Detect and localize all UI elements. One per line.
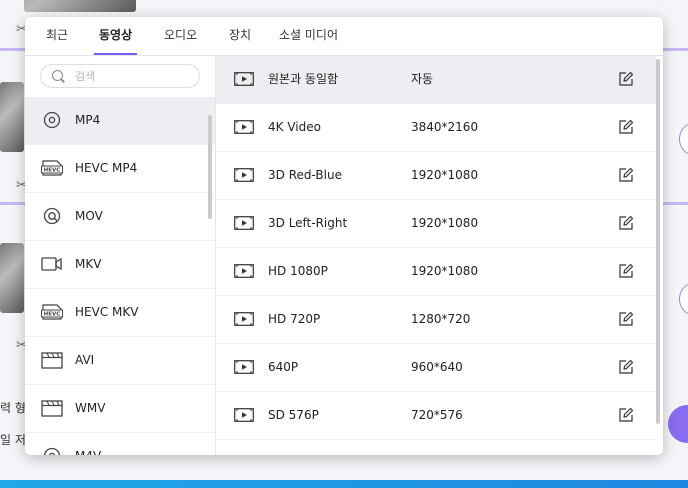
quicktime-icon xyxy=(43,207,61,225)
format-item-mp4[interactable]: MP4 xyxy=(25,97,215,145)
hevc-icon: HEVC xyxy=(41,304,63,320)
preset-name: SD 576P xyxy=(268,408,319,422)
format-item-m4v[interactable]: M4V xyxy=(25,433,215,455)
hevc-icon: HEVC xyxy=(41,160,63,176)
preset-resolution: 960*640 xyxy=(411,360,463,374)
preset-row[interactable]: 3D Left-Right 1920*1080 xyxy=(216,200,656,248)
preset-row[interactable]: 4K Video 3840*2160 xyxy=(216,104,656,152)
edit-icon[interactable] xyxy=(618,71,634,87)
search-input[interactable] xyxy=(73,67,195,85)
clapperboard-icon xyxy=(41,352,63,369)
preset-row[interactable]: HD 1080P 1920*1080 xyxy=(216,248,656,296)
format-item-mov[interactable]: MOV xyxy=(25,193,215,241)
preset-row[interactable]: 원본과 동일함 자동 xyxy=(216,56,656,104)
video-play-icon xyxy=(234,120,254,134)
format-label: MKV xyxy=(75,257,102,271)
preset-name: HD 720P xyxy=(268,312,321,326)
disc-icon xyxy=(43,111,61,129)
format-list: MP4 HEVC HEVC MP4 MOV MKV HEVC HEVC MKV … xyxy=(25,97,215,455)
video-camera-icon xyxy=(41,257,62,271)
output-format-label: 력 형 xyxy=(0,401,26,415)
video-play-icon xyxy=(234,72,254,86)
svg-text:HEVC: HEVC xyxy=(44,168,61,174)
convert-button[interactable] xyxy=(679,283,688,315)
bottom-bar xyxy=(0,480,688,488)
preset-resolution: 3840*2160 xyxy=(411,120,479,134)
preset-name: 3D Left-Right xyxy=(268,216,348,230)
preset-name: 4K Video xyxy=(268,120,321,134)
format-label: MOV xyxy=(75,209,103,223)
format-item-mkv[interactable]: MKV xyxy=(25,241,215,289)
tab-social-media[interactable]: 소셜 미디어 xyxy=(279,17,338,55)
preset-row[interactable]: 640P 960*640 xyxy=(216,344,656,392)
save-location-label: 일 저 xyxy=(0,433,26,447)
format-item-avi[interactable]: AVI xyxy=(25,337,215,385)
tab-audio[interactable]: 오디오 xyxy=(164,17,197,55)
preset-row[interactable]: HD 720P 1280*720 xyxy=(216,296,656,344)
preset-row[interactable]: SD 576P 720*576 xyxy=(216,392,656,440)
edit-icon[interactable] xyxy=(618,407,634,423)
format-item-wmv[interactable]: WMV xyxy=(25,385,215,433)
preset-resolution: 1920*1080 xyxy=(411,168,479,182)
tab-device[interactable]: 장치 xyxy=(229,17,251,55)
tab-recent[interactable]: 최근 xyxy=(46,17,68,55)
search-box xyxy=(40,64,200,88)
preset-name: 640P xyxy=(268,360,299,374)
format-label: AVI xyxy=(75,353,95,367)
preset-resolution: 720*576 xyxy=(411,408,463,422)
preset-resolution: 1920*1080 xyxy=(411,216,479,230)
convert-button[interactable] xyxy=(679,123,688,155)
preset-scrollbar[interactable] xyxy=(656,59,660,424)
format-label: WMV xyxy=(75,401,106,415)
video-thumbnail xyxy=(0,243,24,313)
preset-resolution: 자동 xyxy=(411,72,434,86)
video-thumbnail xyxy=(24,0,136,12)
edit-icon[interactable] xyxy=(618,215,634,231)
disc-icon xyxy=(43,447,61,455)
format-label: MP4 xyxy=(75,113,101,127)
edit-icon[interactable] xyxy=(618,359,634,375)
video-play-icon xyxy=(234,264,254,278)
preset-name: 3D Red-Blue xyxy=(268,168,342,182)
edit-icon[interactable] xyxy=(618,119,634,135)
edit-icon[interactable] xyxy=(618,263,634,279)
format-label: HEVC MKV xyxy=(75,305,139,319)
format-label: M4V xyxy=(75,433,101,455)
preset-resolution: 1280*720 xyxy=(411,312,471,326)
preset-resolution: 1920*1080 xyxy=(411,264,479,278)
clapperboard-icon xyxy=(41,400,63,417)
edit-icon[interactable] xyxy=(618,167,634,183)
sidebar-scrollbar[interactable] xyxy=(208,115,212,219)
video-play-icon xyxy=(234,216,254,230)
video-play-icon xyxy=(234,408,254,422)
tab-video[interactable]: 동영상 xyxy=(93,17,138,55)
format-item-hevc-mkv[interactable]: HEVC HEVC MKV xyxy=(25,289,215,337)
preset-name: 원본과 동일함 xyxy=(268,72,339,86)
svg-text:HEVC: HEVC xyxy=(44,312,61,318)
video-play-icon xyxy=(234,312,254,326)
format-item-hevc-mp4[interactable]: HEVC HEVC MP4 xyxy=(25,145,215,193)
format-label: HEVC MP4 xyxy=(75,161,138,175)
edit-icon[interactable] xyxy=(618,311,634,327)
preset-name: HD 1080P xyxy=(268,264,328,278)
video-play-icon xyxy=(234,168,254,182)
video-play-icon xyxy=(234,360,254,374)
format-sidebar: MP4 HEVC HEVC MP4 MOV xyxy=(25,56,216,455)
format-popup: 최근 동영상 오디오 장치 소셜 미디어 MP4 HEVC xyxy=(25,17,663,455)
search-icon xyxy=(52,70,63,81)
convert-all-button[interactable] xyxy=(668,405,688,443)
category-tabs: 최근 동영상 오디오 장치 소셜 미디어 xyxy=(25,17,663,56)
video-thumbnail xyxy=(0,82,24,152)
preset-list: 원본과 동일함 자동 4K Video 3840*2160 3D Red-Blue 192… xyxy=(216,56,663,455)
preset-row[interactable]: 3D Red-Blue 1920*1080 xyxy=(216,152,656,200)
